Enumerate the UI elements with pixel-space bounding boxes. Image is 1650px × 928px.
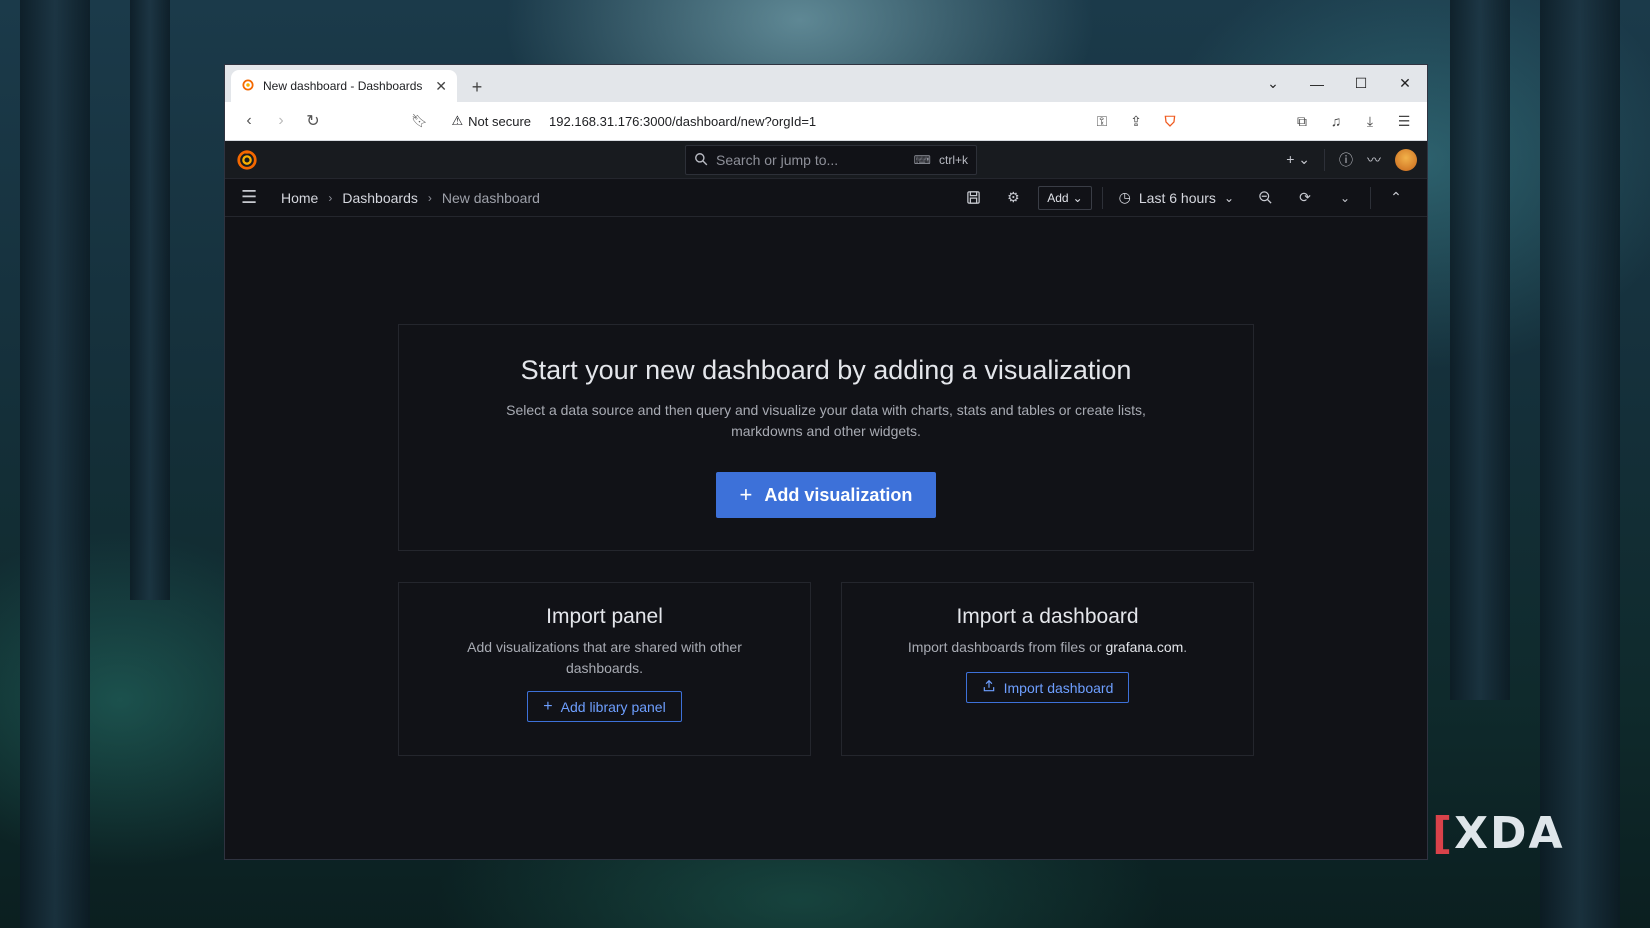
close-tab-icon[interactable]: ✕: [435, 78, 447, 95]
url-text[interactable]: 192.168.31.176:3000/dashboard/new?orgId=…: [549, 114, 816, 129]
menu-icon[interactable]: ☰: [1391, 113, 1417, 130]
clock-icon: ◷: [1118, 189, 1131, 205]
plus-icon: +: [739, 482, 753, 507]
empty-state-description: Select a data source and then query and …: [506, 402, 1146, 439]
media-icon[interactable]: ♫: [1323, 113, 1349, 129]
breadcrumb-dashboards[interactable]: Dashboards: [342, 190, 418, 206]
browser-tab-active[interactable]: New dashboard - Dashboards ✕: [231, 70, 457, 102]
toolbar-actions: ⚙ Add ⌄ ◷ Last 6 hours ⌄ ⟳ ⌄ ⌃: [958, 185, 1411, 211]
tab-search-chevron-icon[interactable]: ⌄: [1251, 75, 1295, 92]
breadcrumb: Home › Dashboards › New dashboard: [281, 190, 540, 206]
import-dashboard-description: Import dashboards from files or grafana.…: [907, 639, 1188, 655]
maximize-icon[interactable]: ☐: [1339, 75, 1383, 92]
dashboard-toolbar: ☰ Home › Dashboards › New dashboard ⚙ Ad…: [225, 179, 1427, 217]
add-library-panel-button[interactable]: + Add library panel: [527, 691, 682, 722]
search-input[interactable]: Search or jump to... ⌨ ctrl+k: [685, 145, 977, 175]
brave-shield-icon[interactable]: ⛉: [1157, 113, 1183, 130]
xda-bracket-icon: [: [1432, 808, 1455, 859]
background-tree: [1450, 0, 1510, 700]
address-bar: ‹ › ↻ 🔖︎ ⚠ Not secure 192.168.31.176:300…: [225, 102, 1427, 141]
chevron-down-icon: ⌄: [1072, 190, 1083, 205]
collapse-chevron-up-icon[interactable]: ⌃: [1381, 185, 1411, 211]
divider: [1101, 186, 1103, 209]
empty-dashboard-card: Start your new dashboard by adding a vis…: [398, 324, 1254, 551]
settings-gear-icon[interactable]: ⚙: [998, 185, 1028, 211]
breadcrumb-home[interactable]: Home: [281, 190, 318, 206]
import-dashboard-title: Import a dashboard: [956, 605, 1139, 628]
share-icon[interactable]: ⇪: [1123, 113, 1149, 130]
grafana-favicon-icon: [241, 78, 255, 95]
import-dashboard-card: Import a dashboard Import dashboards fro…: [841, 582, 1254, 756]
dashboard-content: Start your new dashboard by adding a vis…: [225, 217, 1427, 857]
help-icon[interactable]: ⓘ: [1339, 150, 1353, 170]
not-secure-indicator[interactable]: ⚠ Not secure: [452, 113, 532, 129]
bookmark-icon[interactable]: 🔖︎: [411, 113, 428, 129]
empty-state-title: Start your new dashboard by adding a vis…: [520, 355, 1132, 385]
breadcrumb-separator-icon: ›: [328, 190, 333, 205]
address-bar-actions: ⚿ ⇪ ⛉ ⧉ ♫ ⤓ ☰: [1089, 113, 1417, 130]
extensions-icon[interactable]: ⧉: [1289, 113, 1315, 130]
import-dashboard-button[interactable]: Import dashboard: [965, 672, 1130, 703]
browser-window: New dashboard - Dashboards ✕ + ⌄ — ☐ ✕ ‹…: [224, 64, 1428, 860]
refresh-icon[interactable]: ⟳: [1290, 185, 1320, 211]
divider: [1370, 186, 1371, 209]
grafana-logo-icon[interactable]: [235, 148, 259, 172]
reload-icon[interactable]: ↻: [299, 107, 327, 135]
refresh-interval-chevron-icon[interactable]: ⌄: [1330, 185, 1360, 211]
breadcrumb-separator-icon: ›: [427, 190, 432, 205]
download-icon[interactable]: ⤓: [1357, 113, 1383, 130]
grafana-com-link[interactable]: grafana.com: [1105, 639, 1183, 655]
warning-icon: ⚠: [451, 113, 464, 128]
background-tree: [130, 0, 170, 600]
save-icon[interactable]: [958, 185, 988, 211]
new-plus-icon[interactable]: + ⌄: [1286, 151, 1310, 168]
import-panel-card: Import panel Add visualizations that are…: [398, 582, 811, 756]
add-visualization-button[interactable]: + Add visualization: [715, 472, 937, 518]
background-tree: [1540, 0, 1620, 928]
import-panel-title: Import panel: [546, 605, 663, 628]
tab-strip: New dashboard - Dashboards ✕ + ⌄ — ☐ ✕: [225, 65, 1427, 102]
key-icon[interactable]: ⚿: [1089, 113, 1115, 130]
menu-toggle-icon[interactable]: ☰: [241, 187, 263, 208]
keyboard-icon: ⌨: [913, 153, 931, 167]
tab-title: New dashboard - Dashboards: [263, 79, 423, 93]
back-icon[interactable]: ‹: [235, 107, 263, 135]
zoom-out-icon[interactable]: [1250, 185, 1280, 211]
background-tree: [20, 0, 90, 928]
window-controls: ⌄ — ☐ ✕: [1251, 65, 1427, 102]
omnibox[interactable]: 🔖︎ ⚠ Not secure 192.168.31.176:3000/dash…: [411, 113, 1085, 129]
news-rss-icon[interactable]: 〰: [1367, 150, 1381, 170]
top-nav-actions: + ⌄ ⓘ 〰: [1286, 148, 1417, 171]
search-icon: [694, 152, 708, 169]
time-range-picker[interactable]: ◷ Last 6 hours ⌄: [1113, 189, 1240, 206]
search-placeholder: Search or jump to...: [716, 152, 839, 168]
upload-icon: [982, 679, 996, 696]
xda-watermark: [XDA: [1432, 808, 1565, 859]
avatar[interactable]: [1395, 148, 1417, 171]
grafana-top-nav: Search or jump to... ⌨ ctrl+k + ⌄ ⓘ 〰: [225, 141, 1427, 179]
forward-icon[interactable]: ›: [267, 107, 295, 135]
divider: [1324, 148, 1325, 171]
import-panel-description: Add visualizations that are shared with …: [467, 639, 742, 676]
plus-icon: +: [543, 697, 553, 715]
breadcrumb-current: New dashboard: [441, 189, 540, 206]
close-window-icon[interactable]: ✕: [1383, 75, 1427, 92]
add-dropdown-button[interactable]: Add ⌄: [1038, 185, 1092, 210]
search-shortcut: ctrl+k: [938, 153, 968, 167]
new-tab-button[interactable]: +: [463, 72, 491, 102]
chevron-down-icon: ⌄: [1223, 190, 1234, 205]
minimize-icon[interactable]: —: [1295, 76, 1339, 92]
